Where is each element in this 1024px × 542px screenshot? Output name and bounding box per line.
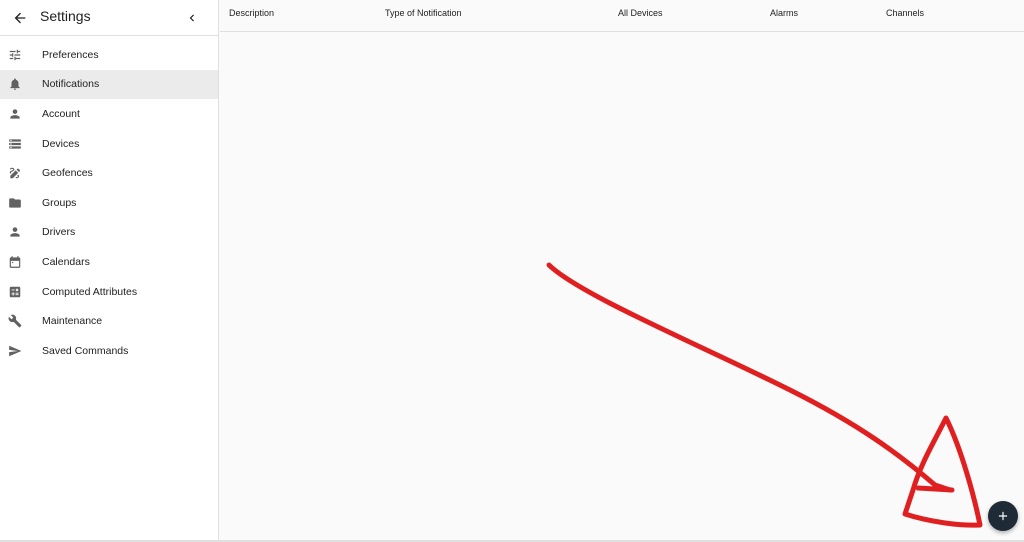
column-header-all-devices[interactable]: All Devices	[618, 8, 663, 18]
person-icon	[7, 224, 23, 240]
wrench-icon	[7, 313, 23, 329]
column-header-alarms[interactable]: Alarms	[770, 8, 798, 18]
sidebar-item-notifications[interactable]: Notifications	[0, 69, 218, 100]
sidebar-item-label: Geofences	[42, 167, 93, 180]
send-icon	[7, 343, 23, 359]
sidebar-item-drivers[interactable]: Drivers	[0, 218, 218, 248]
sidebar-header: Settings	[0, 0, 218, 36]
settings-nav: Preferences Notifications Account Device…	[0, 40, 218, 366]
sidebar-item-preferences[interactable]: Preferences	[0, 40, 218, 70]
column-header-type[interactable]: Type of Notification	[385, 8, 462, 18]
bell-icon	[7, 76, 23, 92]
column-header-channels[interactable]: Channels	[886, 8, 924, 18]
sidebar-item-geofences[interactable]: Geofences	[0, 158, 218, 188]
sidebar-item-computed-attributes[interactable]: Computed Attributes	[0, 277, 218, 307]
chevron-left-icon	[189, 14, 194, 22]
settings-sidebar: Settings Preferences Notifications Accou…	[0, 0, 219, 542]
sidebar-item-calendars[interactable]: Calendars	[0, 247, 218, 277]
storage-icon	[7, 136, 23, 152]
add-notification-button[interactable]	[988, 501, 1018, 531]
arrow-back-icon	[14, 12, 26, 24]
calculate-icon	[7, 284, 23, 300]
column-header-description[interactable]: Description	[229, 8, 274, 18]
sidebar-item-maintenance[interactable]: Maintenance	[0, 306, 218, 336]
sidebar-item-label: Computed Attributes	[42, 285, 138, 298]
sidebar-item-label: Account	[42, 107, 80, 120]
sidebar-item-saved-commands[interactable]: Saved Commands	[0, 336, 218, 366]
plus-icon	[998, 511, 1008, 521]
sidebar-item-label: Calendars	[42, 255, 90, 268]
draw-icon	[7, 165, 23, 181]
collapse-sidebar-button[interactable]	[180, 6, 204, 30]
sidebar-item-devices[interactable]: Devices	[0, 129, 218, 159]
sidebar-item-label: Preferences	[42, 48, 99, 61]
sidebar-item-label: Drivers	[42, 226, 76, 239]
person-icon	[7, 106, 23, 122]
sidebar-item-account[interactable]: Account	[0, 99, 218, 129]
sidebar-item-label: Maintenance	[42, 315, 103, 328]
sidebar-item-label: Saved Commands	[42, 344, 129, 357]
sidebar-item-label: Devices	[42, 137, 80, 150]
table-header: Description Type of Notification All Dev…	[220, 0, 1024, 32]
calendar-icon	[7, 254, 23, 270]
notifications-table: Description Type of Notification All Dev…	[220, 0, 1024, 542]
sidebar-item-label: Notifications	[42, 78, 100, 91]
sidebar-title: Settings	[40, 8, 91, 24]
tune-icon	[7, 47, 23, 63]
sidebar-item-groups[interactable]: Groups	[0, 188, 218, 218]
back-button[interactable]	[8, 6, 32, 30]
folder-icon	[7, 195, 23, 211]
sidebar-item-label: Groups	[42, 196, 77, 209]
